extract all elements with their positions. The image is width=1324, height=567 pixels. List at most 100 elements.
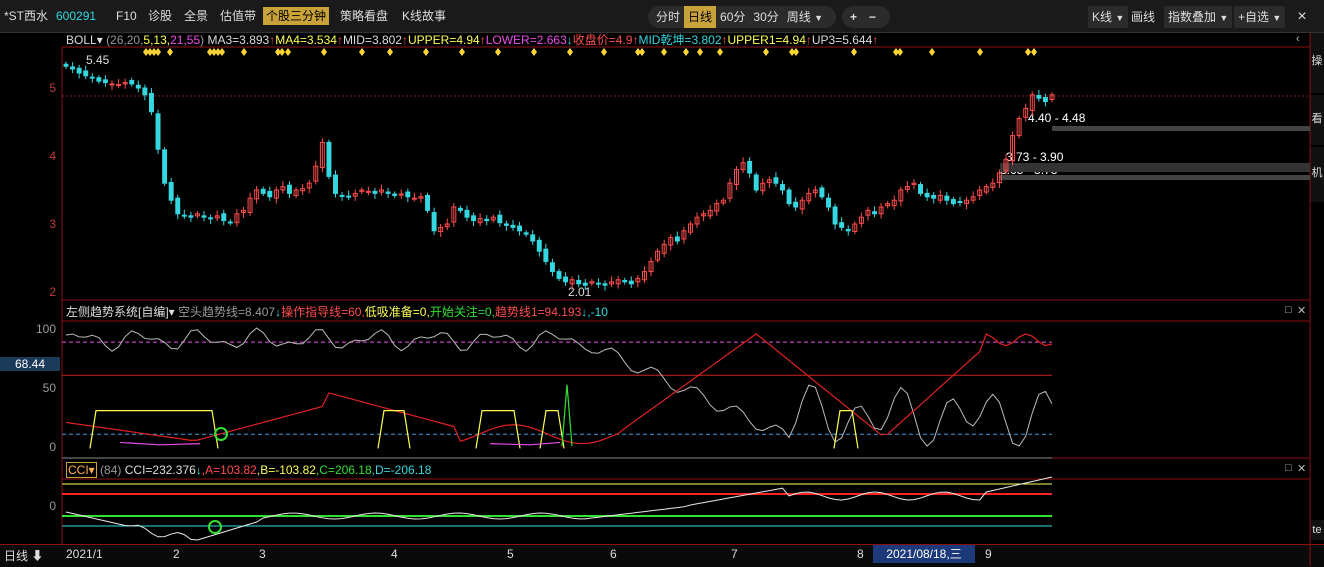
candle-body [924, 192, 930, 198]
candle-body [543, 248, 549, 262]
candle-body [326, 141, 332, 177]
candle-body [109, 83, 115, 86]
signal-marker [661, 48, 667, 56]
candle-body [503, 223, 509, 226]
candle-body [530, 234, 536, 242]
signal-marker [241, 48, 247, 56]
candle-body [425, 194, 431, 211]
candle-body [872, 211, 877, 215]
candle-body [227, 221, 233, 224]
candle-body [517, 225, 523, 232]
candle-body [1042, 97, 1048, 103]
candle-body [931, 194, 937, 199]
signal-marker [717, 48, 723, 56]
candle-body [70, 66, 76, 70]
gap-band-1 [1052, 126, 1310, 131]
candle-body [944, 195, 950, 201]
signal-marker [1031, 48, 1037, 56]
candle-body [89, 76, 95, 79]
signal-marker [387, 48, 393, 56]
signal-marker [167, 48, 173, 56]
candle-body [1036, 94, 1042, 99]
candle-body [819, 187, 825, 198]
candle-body [287, 184, 292, 194]
candle-body [346, 195, 352, 198]
candle-body [83, 70, 89, 77]
signal-marker [763, 48, 769, 56]
trend-magenta-line [119, 441, 201, 446]
signal-marker [359, 48, 365, 56]
signal-marker [531, 48, 537, 56]
candle-body [385, 191, 391, 194]
candle-body [464, 209, 470, 218]
candle-body [175, 197, 181, 215]
signal-marker [285, 48, 291, 56]
candle-body [753, 174, 759, 191]
candle-body [510, 224, 516, 228]
candle-body [168, 182, 174, 201]
candle-body [839, 222, 845, 228]
signal-marker [155, 48, 161, 56]
candle-body [116, 84, 122, 87]
candle-body [747, 160, 753, 174]
candle-body [431, 211, 437, 232]
candle-body [556, 271, 562, 279]
candle-body [181, 214, 187, 217]
candle-body [333, 174, 338, 194]
signal-marker [793, 48, 799, 56]
candle-body [96, 77, 102, 82]
candle-body [148, 92, 154, 113]
signal-marker [321, 48, 327, 56]
cci-buy-circle [208, 520, 222, 534]
candle-body [162, 149, 168, 184]
gap-band-2 [1000, 163, 1310, 172]
signal-marker [423, 48, 429, 56]
candle-body [267, 190, 273, 198]
signal-marker [639, 48, 645, 56]
trend-yellow-signal [833, 410, 859, 449]
candle-body [523, 232, 529, 235]
signal-marker [567, 48, 573, 56]
candle-body [576, 279, 582, 285]
chart-canvas[interactable] [0, 0, 1324, 566]
candle-body [484, 218, 490, 222]
candle-body [602, 283, 608, 286]
signal-marker [929, 48, 935, 56]
signal-marker [601, 48, 607, 56]
candle-body [957, 201, 963, 204]
candle-body [832, 206, 838, 225]
candle-body [622, 279, 628, 283]
candle-body [457, 207, 463, 211]
signal-marker [279, 48, 285, 56]
candle-body [950, 199, 956, 205]
trend-grey-line [65, 327, 1053, 447]
candle-body [129, 80, 135, 85]
candle-body [221, 213, 227, 222]
candle-body [398, 193, 404, 196]
candle-body [208, 217, 214, 220]
candle-body [76, 67, 82, 74]
signal-marker [977, 48, 983, 56]
candle-body [549, 262, 555, 273]
signal-marker [851, 48, 857, 56]
candle-body [155, 113, 161, 150]
signal-marker [459, 48, 465, 56]
trend-red-line [65, 333, 1053, 445]
candle-body [188, 215, 194, 218]
candle-body [102, 79, 108, 84]
candle-body [260, 188, 266, 194]
candle-body [793, 201, 799, 208]
signal-marker [219, 48, 225, 56]
candle-body [780, 184, 785, 191]
candle-body [826, 197, 831, 208]
candle-body [563, 276, 569, 283]
candle-body [674, 236, 680, 242]
candle-body [142, 87, 148, 96]
signal-marker [697, 48, 703, 56]
candle-body [471, 215, 477, 222]
candle-body [497, 214, 503, 224]
trend-magenta-line [489, 441, 561, 446]
candle-body [365, 190, 371, 193]
gap-band-3 [1000, 175, 1310, 180]
candle-body [595, 282, 601, 285]
